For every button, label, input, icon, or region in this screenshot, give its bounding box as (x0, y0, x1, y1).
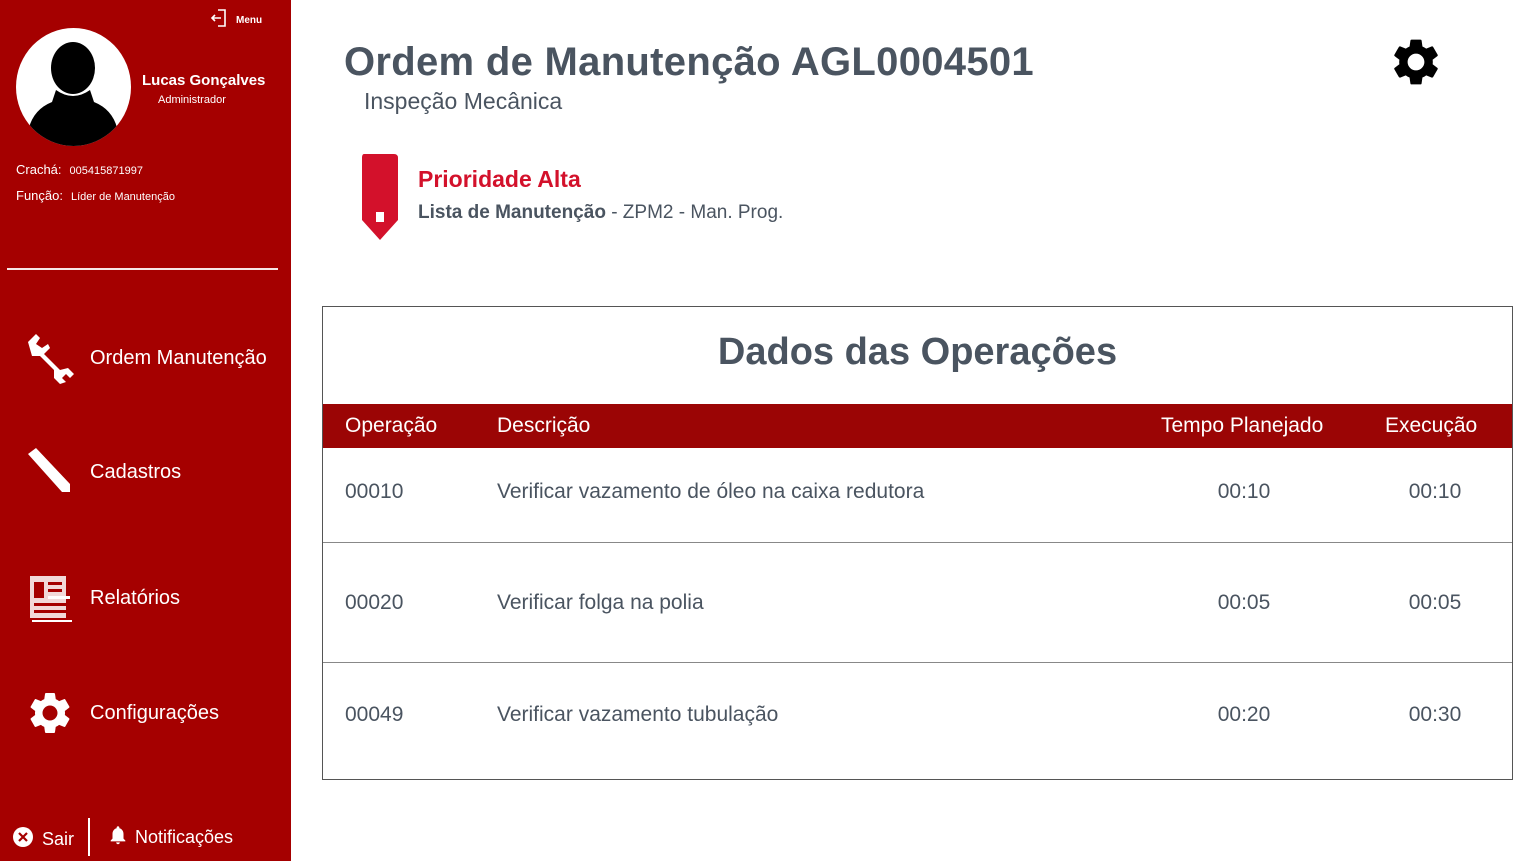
sidebar-item-label: Relatórios (90, 586, 181, 609)
user-role: Administrador (158, 94, 226, 106)
close-circle-icon (12, 826, 34, 853)
maintenance-list-value: - ZPM2 - Man. Prog. (605, 202, 784, 223)
maintenance-list-label: Lista de Manutenção (418, 202, 606, 223)
function-value: Líder de Manutenção (70, 191, 175, 203)
column-header-tempo-planejado: Tempo Planejado (1161, 414, 1324, 437)
badge-row: Crachá: 005415871997 (16, 162, 143, 177)
badge-label: Crachá: (16, 162, 62, 177)
report-icon (22, 570, 78, 626)
wrench-icon (22, 330, 78, 386)
cell-descricao: Verificar vazamento de óleo na caixa red… (497, 480, 925, 503)
function-row: Função: Líder de Manutenção (16, 188, 175, 203)
cell-tempo-planejado: 00:05 (1217, 591, 1271, 614)
footer-divider (88, 818, 90, 856)
operations-panel: Dados das Operações Operação Descrição T… (322, 306, 1513, 780)
cell-descricao: Verificar folga na polia (497, 591, 704, 614)
operations-title: Dados das Operações (717, 331, 1118, 373)
table-header: Operação Descrição Tempo Planejado Execu… (323, 404, 1512, 448)
sidebar-divider (7, 268, 278, 270)
cell-operacao: 00010 (345, 480, 404, 503)
column-header-descricao: Descrição (497, 414, 591, 437)
sidebar-footer: Sair Notificações (0, 814, 291, 858)
table-row[interactable]: 00010 Verificar vazamento de óleo na cai… (323, 448, 1512, 543)
maintenance-list-line: Lista de Manutenção - ZPM2 - Man. Prog. (418, 202, 783, 224)
user-name: Lucas Gonçalves (142, 72, 266, 89)
page-subtitle: Inspeção Mecânica (364, 88, 563, 114)
gear-icon (1388, 39, 1444, 94)
sidebar-item-relatorios[interactable]: Relatórios (0, 568, 291, 628)
cell-tempo-planejado: 00:10 (1217, 480, 1271, 503)
table-row[interactable]: 00049 Verificar vazamento tubulação 00:2… (323, 663, 1512, 779)
page-title: Ordem de Manutenção AGL0004501 (344, 40, 1034, 84)
sidebar-item-label: Cadastros (90, 460, 182, 483)
logout-label: Sair (42, 829, 75, 849)
function-label: Função: (16, 188, 63, 203)
sidebar-item-configuracoes[interactable]: Configurações (0, 683, 291, 743)
cell-operacao: 00020 (345, 591, 404, 614)
gear-icon (22, 685, 78, 741)
column-header-execucao: Execução (1385, 414, 1478, 437)
priority-tag-icon (360, 152, 400, 242)
pencil-icon (22, 444, 78, 500)
cell-execucao: 00:05 (1408, 591, 1462, 614)
sidebar: Menu Lucas Gonçalves Administrador Crach… (0, 0, 291, 861)
priority-label: Prioridade Alta (418, 166, 581, 192)
cell-operacao: 00049 (345, 703, 404, 726)
sidebar-item-cadastros[interactable]: Cadastros (0, 442, 291, 502)
badge-value: 005415871997 (69, 165, 143, 177)
cell-tempo-planejado: 00:20 (1217, 703, 1271, 726)
bell-icon (107, 824, 129, 851)
sidebar-item-label: Ordem Manutenção (90, 346, 267, 369)
table-row[interactable]: 00020 Verificar folga na polia 00:05 00:… (323, 543, 1512, 663)
menu-collapse-icon (210, 8, 228, 33)
avatar (16, 28, 131, 146)
sidebar-item-ordem-manutencao[interactable]: Ordem Manutenção (0, 328, 291, 388)
logout-button[interactable]: Sair (12, 826, 74, 853)
notifications-button[interactable]: Notificações (107, 824, 233, 851)
settings-button[interactable] (1388, 34, 1444, 90)
sidebar-item-label: Configurações (90, 701, 219, 724)
menu-toggle-button[interactable]: Menu (210, 8, 262, 33)
cell-descricao: Verificar vazamento tubulação (497, 703, 779, 726)
menu-label: Menu (236, 15, 263, 26)
cell-execucao: 00:30 (1408, 703, 1462, 726)
column-header-operacao: Operação (345, 414, 438, 437)
cell-execucao: 00:10 (1408, 480, 1462, 503)
notifications-label: Notificações (135, 827, 234, 847)
